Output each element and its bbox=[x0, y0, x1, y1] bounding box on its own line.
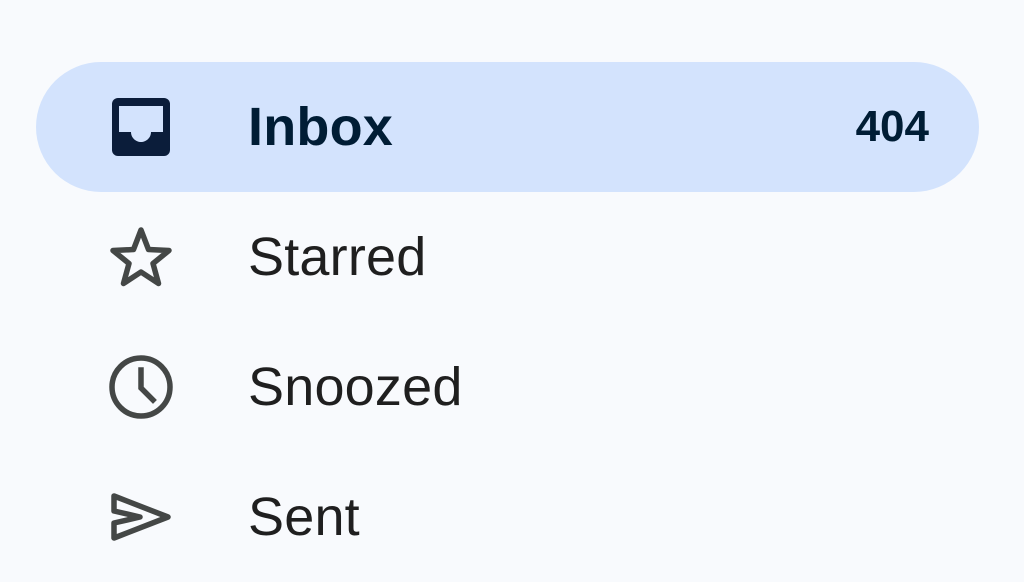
nav-item-snoozed[interactable]: Snoozed bbox=[36, 322, 979, 452]
star-icon bbox=[106, 225, 176, 289]
nav-item-label: Snoozed bbox=[248, 357, 463, 417]
unread-count-badge: 404 bbox=[855, 102, 929, 151]
nav-item-starred[interactable]: Starred bbox=[36, 192, 979, 322]
nav-item-sent[interactable]: Sent bbox=[36, 452, 979, 582]
nav-item-inbox[interactable]: Inbox 404 bbox=[36, 62, 979, 192]
nav-item-label: Sent bbox=[248, 487, 360, 547]
nav-item-label: Inbox bbox=[248, 97, 393, 157]
nav-item-label: Starred bbox=[248, 227, 427, 287]
mail-nav-list: Inbox 404 Starred Snoozed Sent bbox=[0, 0, 1024, 576]
send-icon bbox=[106, 485, 176, 549]
clock-icon bbox=[106, 355, 176, 419]
inbox-icon bbox=[106, 95, 176, 159]
